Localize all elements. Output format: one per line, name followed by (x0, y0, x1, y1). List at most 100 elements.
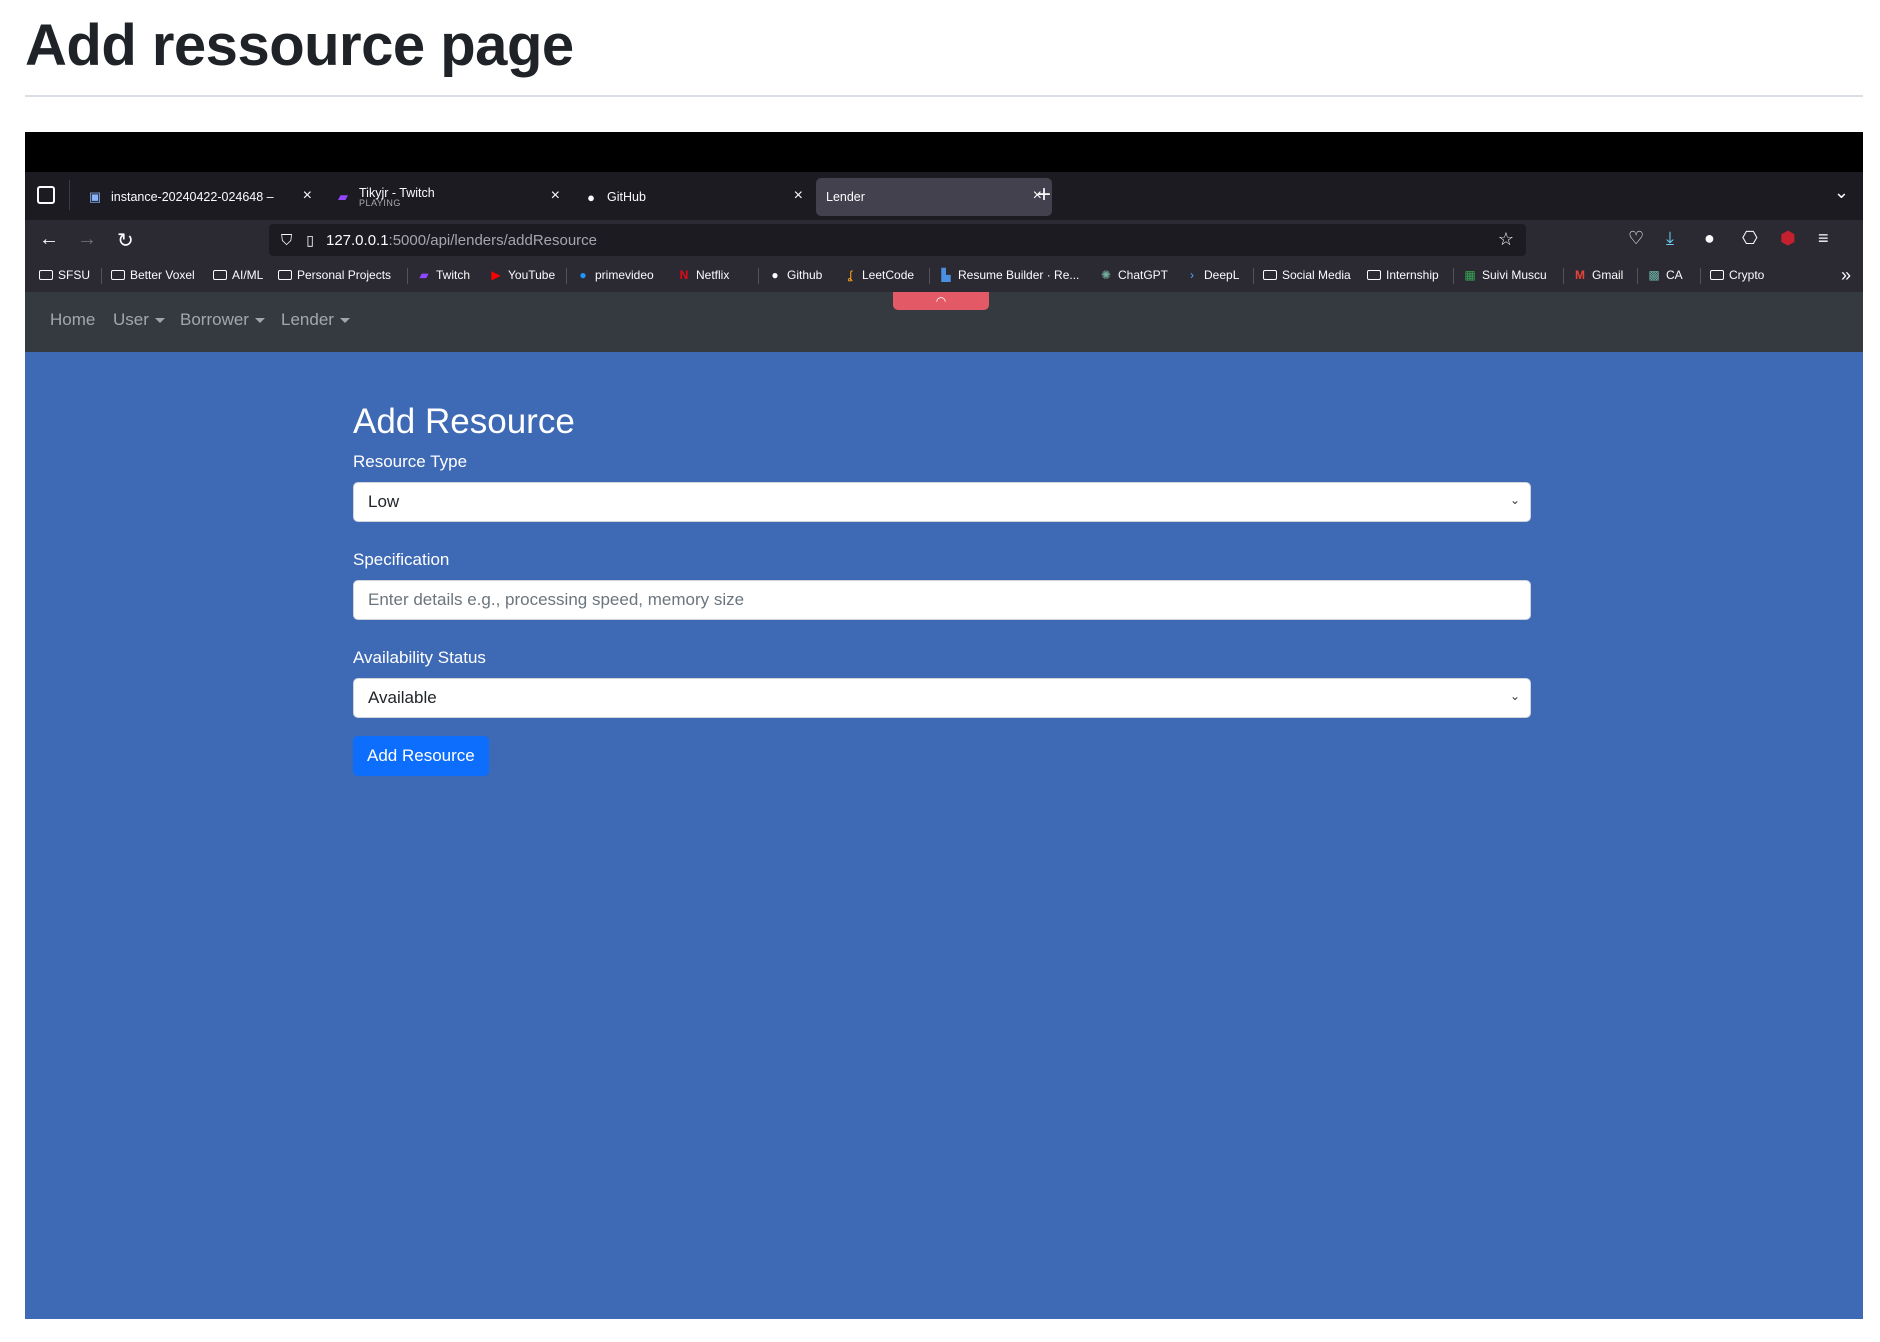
deepl-icon: › (1190, 268, 1194, 282)
bookmark-label: AI/ML (232, 268, 264, 282)
form-heading: Add Resource (353, 402, 575, 441)
folder-icon (1367, 270, 1381, 280)
bookmark-link[interactable]: ▦ Suivi Muscu (1463, 268, 1547, 282)
bookmark-link[interactable]: ▙ Resume Builder · Re... (939, 268, 1079, 282)
url-path: :5000/api/lenders/addResource (388, 231, 598, 249)
sharing-indicator[interactable]: ◠ (893, 292, 989, 310)
netflix-icon: N (679, 268, 689, 282)
bookmark-separator (566, 268, 567, 284)
nav-home[interactable]: Home (50, 310, 95, 330)
pocket-icon[interactable]: ♡ (1628, 228, 1644, 249)
screenshot: ▣ instance-20240422-024648 – × ▰ Tikyjr … (25, 132, 1863, 1319)
url-bar[interactable]: ⛉ ▯ 127.0.0.1:5000/api/lenders/addResour… (269, 224, 1526, 256)
youtube-icon: ▶ (491, 268, 501, 282)
bookmark-folder[interactable]: SFSU (39, 268, 90, 282)
sharing-icon: ◠ (935, 294, 947, 308)
bookmark-folder[interactable]: Better Voxel (111, 268, 195, 282)
resource-type-label: Resource Type (353, 452, 468, 471)
bookmark-label: Better Voxel (130, 268, 195, 282)
page-icon: ▯ (306, 231, 314, 248)
nav-borrower-dropdown[interactable]: Borrower (180, 310, 265, 330)
bookmark-link[interactable]: › DeepL (1185, 268, 1239, 282)
chevron-down-icon: ⌄ (1509, 493, 1520, 507)
url-host: 127.0.0.1 (325, 231, 389, 249)
bookmark-folder[interactable]: Personal Projects (278, 268, 391, 282)
bookmark-link[interactable]: ✺ ChatGPT (1099, 268, 1168, 282)
specification-field-wrapper (353, 580, 1531, 620)
chatgpt-icon: ✺ (1100, 268, 1112, 282)
bookmark-label: Social Media (1282, 268, 1351, 282)
bookmark-separator (1563, 268, 1564, 284)
document-title: Add ressource page (25, 13, 574, 78)
folder-icon (39, 270, 53, 280)
sheets-icon: ▦ (1464, 268, 1476, 282)
close-icon[interactable]: × (303, 187, 312, 205)
nav-lender-dropdown[interactable]: Lender (281, 310, 350, 330)
bookmark-separator (1637, 268, 1638, 284)
chevron-down-icon: ⌄ (1509, 689, 1520, 703)
tab-github[interactable]: ● GitHub × (573, 178, 813, 216)
add-resource-button[interactable]: Add Resource (353, 736, 489, 776)
bookmark-link[interactable]: N Netflix (677, 268, 730, 282)
bookmark-link[interactable]: ʆ LeetCode (843, 268, 914, 282)
bookmark-folder[interactable]: AI/ML (213, 268, 263, 282)
add-resource-form: Add Resource Resource Type Low ⌄ Specifi… (353, 402, 1531, 776)
bookmark-folder[interactable]: Internship (1367, 268, 1439, 282)
gmail-icon: M (1575, 268, 1585, 282)
bookmark-link[interactable]: ▰ Twitch (417, 268, 470, 282)
resource-type-select[interactable]: Low ⌄ (353, 482, 1531, 522)
tab-lender[interactable]: Lender × (816, 178, 1052, 216)
reload-icon[interactable]: ↻ (117, 228, 134, 253)
tab-label: instance-20240422-024648 – (111, 190, 274, 204)
tab-overview-icon[interactable] (37, 186, 55, 204)
bookmark-separator (1253, 268, 1254, 284)
nav-user-dropdown[interactable]: User (113, 310, 165, 330)
bookmark-link[interactable]: ● primevideo (576, 268, 654, 282)
download-icon[interactable]: ⤓ (1666, 228, 1674, 249)
title-divider (25, 95, 1863, 97)
tab-instance[interactable]: ▣ instance-20240422-024648 – × (77, 178, 322, 216)
bookmark-folder[interactable]: Crypto (1710, 268, 1764, 282)
tab-strip: ▣ instance-20240422-024648 – × ▰ Tikyjr … (25, 172, 1863, 220)
ublock-icon[interactable]: ⬢ (1780, 228, 1796, 249)
bookmark-label: Netflix (696, 268, 730, 282)
bookmarks-bar: SFSU Better Voxel AI/ML Personal Project… (25, 260, 1863, 292)
bookmark-link[interactable]: ▶ YouTube (489, 268, 555, 282)
account-icon[interactable]: ● (1704, 228, 1715, 249)
bookmark-label: Suivi Muscu (1482, 268, 1547, 282)
forward-icon[interactable]: → (77, 228, 97, 251)
close-icon[interactable]: × (551, 187, 560, 205)
folder-icon (213, 270, 227, 280)
extensions-icon[interactable]: ⎔ (1742, 228, 1758, 249)
bookmark-folder[interactable]: Social Media (1263, 268, 1351, 282)
list-tabs-icon[interactable]: ⌄ (1834, 182, 1849, 203)
github-icon: ● (587, 189, 595, 205)
new-tab-icon[interactable]: + (1037, 181, 1051, 209)
resource-type-value: Low (368, 492, 400, 511)
bookmark-separator (758, 268, 759, 284)
nav-lender-label: Lender (281, 310, 334, 329)
availability-select[interactable]: Available ⌄ (353, 678, 1531, 718)
bookmark-link[interactable]: M Gmail (1573, 268, 1623, 282)
bookmark-separator (1700, 268, 1701, 284)
menu-icon[interactable]: ≡ (1818, 228, 1829, 249)
tab-twitch[interactable]: ▰ Tikyjr - Twitch PLAYING × (325, 178, 570, 216)
bookmark-star-icon[interactable]: ☆ (1498, 229, 1514, 250)
bookmark-link[interactable]: ● Github (768, 268, 822, 282)
back-icon[interactable]: ← (39, 228, 59, 251)
bookmark-label: ChatGPT (1118, 268, 1169, 282)
bookmark-link[interactable]: ▩ CA (1647, 268, 1682, 282)
more-bookmarks-icon[interactable]: » (1841, 265, 1851, 286)
nav-bar: ← → ↻ ⛉ ▯ 127.0.0.1:5000/api/lenders/add… (25, 220, 1863, 260)
twitch-icon: ▰ (419, 268, 429, 282)
specification-input[interactable] (368, 590, 1516, 610)
tab-playing-label: PLAYING (359, 197, 401, 208)
bookmark-label: primevideo (595, 268, 654, 282)
folder-icon (278, 270, 292, 280)
caret-down-icon (254, 318, 265, 324)
close-icon[interactable]: × (794, 187, 803, 205)
bookmark-label: LeetCode (862, 268, 915, 282)
tab-label: GitHub (607, 190, 646, 204)
folder-icon (1263, 270, 1277, 280)
bookmark-label: DeepL (1204, 268, 1240, 282)
